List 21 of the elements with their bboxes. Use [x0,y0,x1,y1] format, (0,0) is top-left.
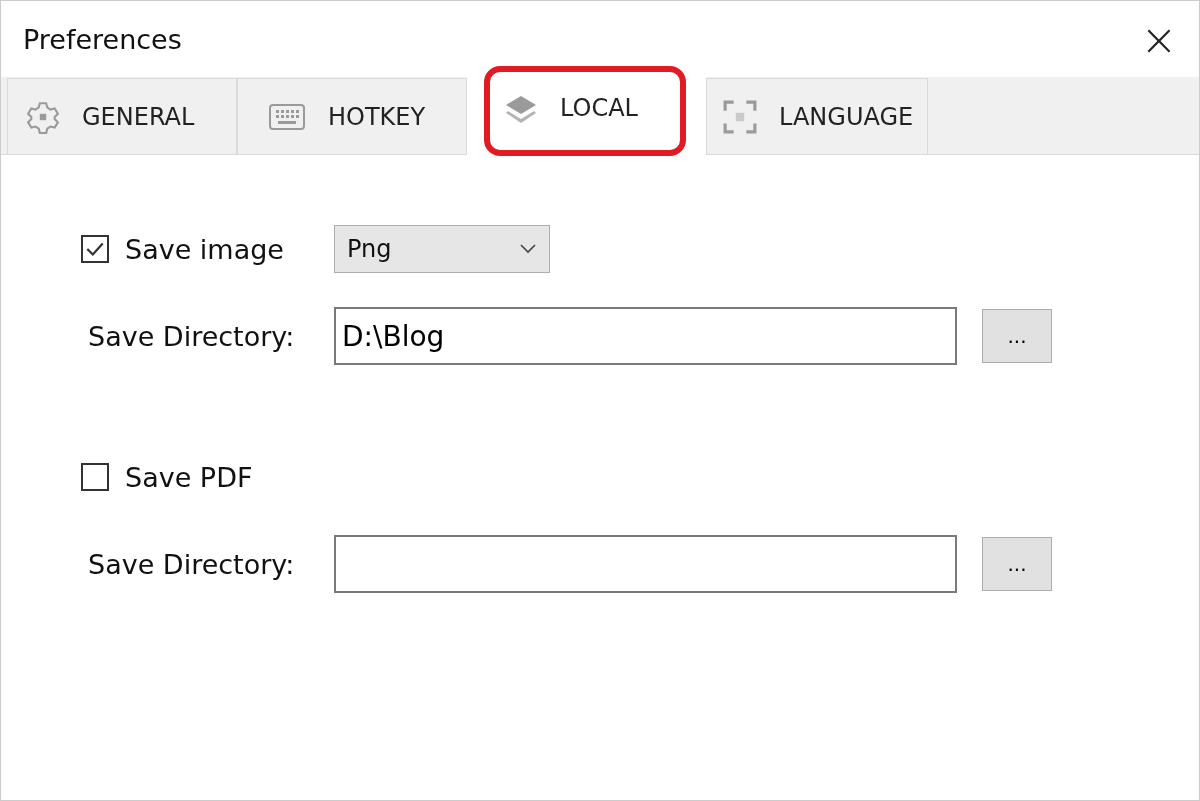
caret-icon [519,244,537,254]
tab[interactable]: LANGUAGE [706,78,928,154]
focus-icon [723,99,757,134]
checkbox[interactable] [81,463,109,491]
keyboard-icon [268,103,306,130]
tab[interactable]: HOTKEY [237,78,467,154]
format-dropdown[interactable]: Png [334,225,550,273]
checkbox-label: Save PDF [125,461,253,493]
window-title: Preferences [23,23,182,55]
directory-field[interactable]: D:\Blog [334,307,957,365]
layers-icon [504,94,538,126]
tab[interactable]: GENERAL [7,78,237,154]
browse-button[interactable]: ... [982,537,1052,591]
directory-field[interactable] [334,535,957,593]
close-button[interactable]: × [1119,4,1199,74]
checkbox-label: Save image [125,233,284,265]
directory-label: Save Directory: [88,320,296,352]
browse-button[interactable]: ... [982,309,1052,363]
directory-label: Save Directory: [88,548,296,580]
checkbox[interactable] [81,235,109,263]
gear-icon [26,99,60,134]
